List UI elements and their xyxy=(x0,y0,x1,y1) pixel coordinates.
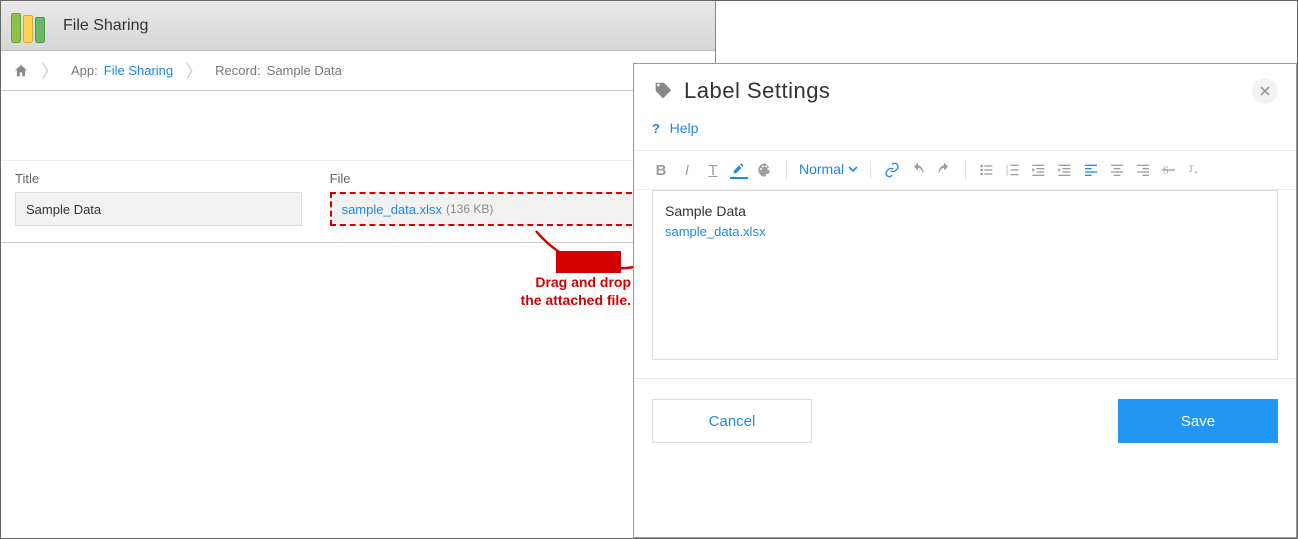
editor-file-link[interactable]: sample_data.xlsx xyxy=(665,222,1265,242)
record-fields-row: Title Sample Data File sample_data.xlsx … xyxy=(1,161,715,243)
toolbar-divider xyxy=(786,161,787,179)
toolbar-divider xyxy=(965,161,966,179)
indent-icon[interactable] xyxy=(1056,161,1074,179)
breadcrumb-record-prefix: Record: xyxy=(215,63,261,78)
align-right-icon[interactable] xyxy=(1134,161,1152,179)
breadcrumb-app-prefix: App: xyxy=(71,63,98,78)
help-link[interactable]: Help xyxy=(670,120,699,136)
svg-text:T: T xyxy=(1188,165,1194,175)
dialog-header: Label Settings xyxy=(634,64,1296,114)
breadcrumb-record: Record: Sample Data xyxy=(215,63,342,78)
dialog-footer: Cancel Save xyxy=(634,378,1296,463)
tag-icon xyxy=(652,80,674,102)
align-left-icon[interactable] xyxy=(1082,161,1100,179)
text-color-icon[interactable] xyxy=(730,161,748,179)
chevron-right-icon: 〉 xyxy=(41,58,59,84)
ordered-list-icon[interactable]: 123 xyxy=(1004,161,1022,179)
svg-text:×: × xyxy=(1194,171,1198,177)
svg-text:3: 3 xyxy=(1006,171,1009,176)
redo-icon[interactable] xyxy=(935,161,953,179)
breadcrumb-app: App: File Sharing xyxy=(71,63,173,78)
field-title-label: Title xyxy=(15,171,302,186)
align-center-icon[interactable] xyxy=(1108,161,1126,179)
help-icon: ? xyxy=(652,121,660,136)
svg-text:S: S xyxy=(1163,165,1169,176)
unordered-list-icon[interactable] xyxy=(978,161,996,179)
file-size: (136 KB) xyxy=(446,202,493,216)
chevron-down-icon xyxy=(848,164,858,174)
cancel-button-label: Cancel xyxy=(709,413,756,430)
outdent-icon[interactable] xyxy=(1030,161,1048,179)
label-settings-dialog: Label Settings ? Help B I T xyxy=(633,63,1297,538)
paragraph-style-select[interactable]: Normal xyxy=(799,161,858,179)
bold-icon[interactable]: B xyxy=(652,161,670,179)
undo-icon[interactable] xyxy=(909,161,927,179)
breadcrumb-record-name: Sample Data xyxy=(267,63,342,78)
annotation-line2: the attached file. xyxy=(521,292,631,308)
cancel-button[interactable]: Cancel xyxy=(652,399,812,443)
breadcrumb: 〉 App: File Sharing 〉 Record: Sample Dat… xyxy=(1,51,715,91)
field-title-value: Sample Data xyxy=(15,192,302,226)
app-title: File Sharing xyxy=(63,17,148,35)
annotation-bar xyxy=(556,251,621,273)
background-color-icon[interactable] xyxy=(756,161,774,179)
underline-icon[interactable]: T xyxy=(704,161,722,179)
dialog-title: Label Settings xyxy=(684,78,830,104)
close-button[interactable] xyxy=(1252,78,1278,104)
app-window: File Sharing 〉 App: File Sharing 〉 Recor… xyxy=(1,1,716,243)
clear-format-icon[interactable]: T× xyxy=(1186,161,1204,179)
file-link[interactable]: sample_data.xlsx xyxy=(342,202,442,217)
home-icon[interactable] xyxy=(13,63,29,79)
annotation-text: Drag and drop the attached file. xyxy=(461,273,631,309)
app-logo-icon xyxy=(11,9,51,43)
link-icon[interactable] xyxy=(883,161,901,179)
paragraph-style-label: Normal xyxy=(799,161,844,177)
field-title: Title Sample Data xyxy=(1,161,316,242)
chevron-right-icon: 〉 xyxy=(185,58,203,84)
editor-toolbar: B I T Normal xyxy=(634,151,1296,190)
app-header: File Sharing xyxy=(1,1,715,51)
editor-line-1: Sample Data xyxy=(665,201,1265,222)
toolbar-blank-row xyxy=(1,91,715,161)
strikethrough-icon[interactable]: S xyxy=(1160,161,1178,179)
dialog-help-row: ? Help xyxy=(634,114,1296,151)
save-button-label: Save xyxy=(1181,413,1215,430)
annotation-line1: Drag and drop xyxy=(535,274,631,290)
field-title-text: Sample Data xyxy=(26,202,101,217)
rich-text-editor[interactable]: Sample Data sample_data.xlsx xyxy=(652,190,1278,360)
save-button[interactable]: Save xyxy=(1118,399,1278,443)
breadcrumb-app-link[interactable]: File Sharing xyxy=(104,63,173,78)
italic-icon[interactable]: I xyxy=(678,161,696,179)
toolbar-divider xyxy=(870,161,871,179)
editor-area: Sample Data sample_data.xlsx xyxy=(634,190,1296,378)
